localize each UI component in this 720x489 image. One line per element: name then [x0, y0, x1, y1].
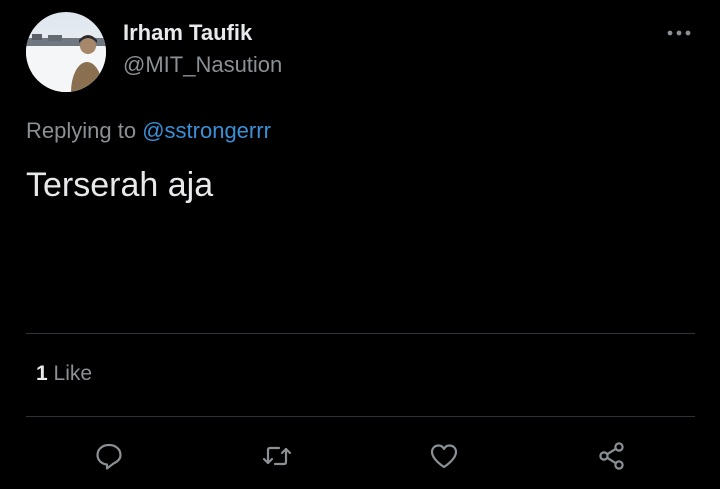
divider	[26, 333, 695, 334]
likes-count: 1	[36, 362, 48, 385]
avatar-image	[26, 12, 106, 92]
heart-icon	[430, 444, 458, 469]
reply-icon	[96, 443, 122, 470]
author-display-name[interactable]: Irham Taufik	[123, 20, 252, 46]
share-button[interactable]	[594, 438, 630, 474]
retweet-button[interactable]	[259, 438, 295, 474]
share-icon	[599, 442, 624, 470]
replying-to: Replying to @sstrongerrr	[26, 118, 271, 144]
more-options-button[interactable]	[664, 22, 694, 44]
retweet-icon	[262, 446, 292, 466]
divider	[26, 416, 695, 417]
tweet-text: Terserah aja	[26, 166, 214, 204]
avatar[interactable]	[26, 12, 106, 92]
more-icon	[667, 30, 691, 36]
likes-summary[interactable]: 1 Like	[36, 362, 92, 386]
reply-button[interactable]	[91, 438, 127, 474]
replying-to-label: Replying to	[26, 118, 137, 143]
likes-label: Like	[53, 362, 93, 385]
author-handle[interactable]: @MIT_Nasution	[123, 52, 282, 78]
reply-to-handle-link[interactable]: @sstrongerrr	[142, 118, 271, 143]
like-button[interactable]	[426, 438, 462, 474]
